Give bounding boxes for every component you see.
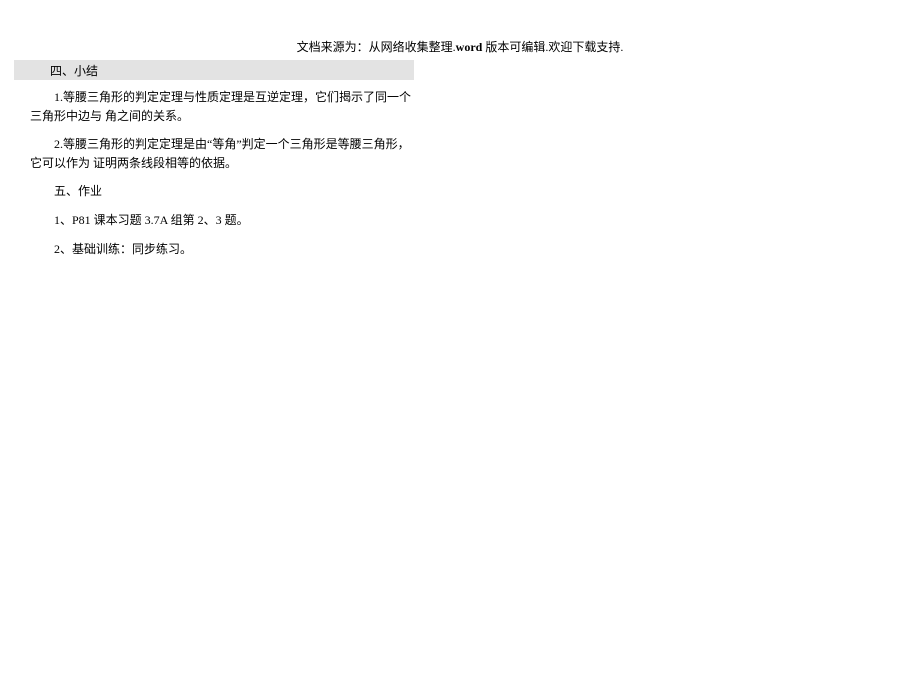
paragraph-5: 2、基础训练：同步练习。: [30, 240, 414, 259]
document-page: 文档来源为：从网络收集整理.word 版本可编辑.欢迎下载支持. 四、小结 1.…: [0, 0, 920, 681]
section-heading: 四、小结: [50, 62, 98, 79]
header-prefix: 文档来源为：从网络收集整理.: [297, 40, 456, 54]
paragraph-4-text: 1、P81 课本习题 3.7A 组第 2、3 题。: [54, 213, 249, 227]
document-header: 文档来源为：从网络收集整理.word 版本可编辑.欢迎下载支持.: [0, 38, 920, 55]
header-suffix: 版本可编辑.欢迎下载支持.: [482, 40, 623, 54]
content-block: 1.等腰三角形的判定定理与性质定理是互逆定理，它们揭示了同一个三角形中边与 角之…: [30, 88, 414, 268]
section-heading-highlight: 四、小结: [14, 60, 414, 80]
paragraph-4: 1、P81 课本习题 3.7A 组第 2、3 题。: [30, 211, 414, 230]
paragraph-3-text: 五、作业: [54, 184, 102, 198]
paragraph-2: 2.等腰三角形的判定定理是由“等角”判定一个三角形是等腰三角形，它可以作为 证明…: [30, 135, 414, 172]
paragraph-5-text: 2、基础训练：同步练习。: [54, 242, 192, 256]
paragraph-3: 五、作业: [30, 182, 414, 201]
header-bold: word: [456, 40, 483, 54]
paragraph-2-text: 2.等腰三角形的判定定理是由“等角”判定一个三角形是等腰三角形，它可以作为 证明…: [30, 135, 414, 172]
paragraph-1-text: 1.等腰三角形的判定定理与性质定理是互逆定理，它们揭示了同一个三角形中边与 角之…: [30, 90, 411, 123]
paragraph-1: 1.等腰三角形的判定定理与性质定理是互逆定理，它们揭示了同一个三角形中边与 角之…: [30, 88, 414, 125]
